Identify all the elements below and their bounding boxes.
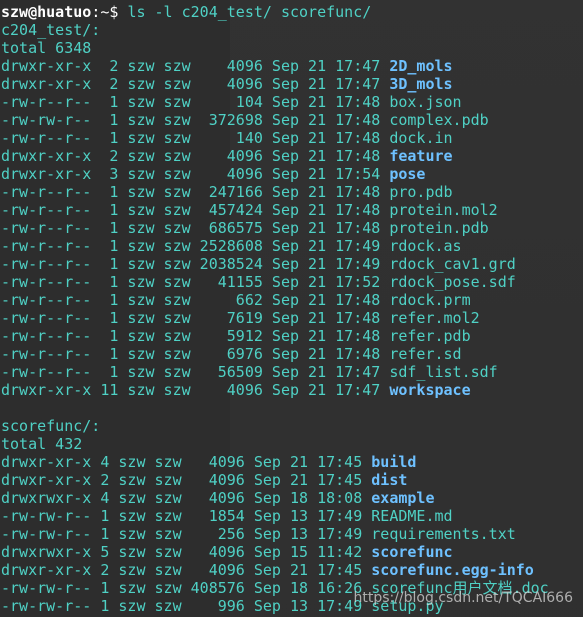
file-meta: -rw-rw-r-- 1 szw szw 996 Sep 13 17:49 <box>1 597 372 615</box>
file-meta: -rw-r--r-- 1 szw szw 140 Sep 21 17:48 <box>1 129 390 147</box>
file-meta: drwxrwxr-x 4 szw szw 4096 Sep 18 18:08 <box>1 489 372 507</box>
dir2-header: scorefunc/: <box>1 417 101 435</box>
file-name[interactable]: rdock_cav1.grd <box>389 255 515 273</box>
file-meta: drwxr-xr-x 3 szw szw 4096 Sep 21 17:54 <box>1 165 390 183</box>
directory-name[interactable]: example <box>371 489 434 507</box>
listing-row: drwxr-xr-x 11 szw szw 4096 Sep 21 17:47 … <box>1 381 583 399</box>
file-name[interactable]: sdf_list.sdf <box>389 363 497 381</box>
directory-name[interactable]: 3D_mols <box>389 75 452 93</box>
file-meta: drwxr-xr-x 2 szw szw 4096 Sep 21 17:45 <box>1 471 372 489</box>
file-meta: drwxrwxr-x 5 szw szw 4096 Sep 15 11:42 <box>1 543 372 561</box>
listing-row: -rw-r--r-- 1 szw szw 6976 Sep 21 17:48 r… <box>1 345 583 363</box>
listing-row: -rw-r--r-- 1 szw szw 140 Sep 21 17:48 do… <box>1 129 583 147</box>
listing-row: -rw-rw-r-- 1 szw szw 1854 Sep 13 17:49 R… <box>1 507 583 525</box>
listing-row: -rw-rw-r-- 1 szw szw 372698 Sep 21 17:48… <box>1 111 583 129</box>
file-name[interactable]: refer.pdb <box>389 327 470 345</box>
file-meta: drwxr-xr-x 2 szw szw 4096 Sep 21 17:48 <box>1 147 390 165</box>
file-name[interactable]: refer.sd <box>389 345 461 363</box>
listing-row: drwxrwxr-x 5 szw szw 4096 Sep 15 11:42 s… <box>1 543 583 561</box>
file-meta: -rw-r--r-- 1 szw szw 7619 Sep 21 17:48 <box>1 309 390 327</box>
listing-row: drwxrwxr-x 4 szw szw 4096 Sep 18 18:08 e… <box>1 489 583 507</box>
file-meta: -rw-r--r-- 1 szw szw 457424 Sep 21 17:48 <box>1 201 390 219</box>
terminal-window[interactable]: szw@huatuo:~$ ls -l c204_test/ scorefunc… <box>0 0 583 617</box>
directory-name[interactable]: dist <box>371 471 407 489</box>
command-text[interactable]: ls -l c204_test/ scorefunc/ <box>127 3 371 21</box>
file-meta: -rw-r--r-- 1 szw szw 56509 Sep 21 17:47 <box>1 363 390 381</box>
listing-row: drwxr-xr-x 4 szw szw 4096 Sep 21 17:45 b… <box>1 453 583 471</box>
file-meta: drwxr-xr-x 2 szw szw 4096 Sep 21 17:47 <box>1 75 390 93</box>
listing-row: drwxr-xr-x 2 szw szw 4096 Sep 21 17:47 2… <box>1 57 583 75</box>
file-meta: drwxr-xr-x 2 szw szw 4096 Sep 21 17:45 <box>1 561 372 579</box>
directory-name[interactable]: 2D_mols <box>389 57 452 75</box>
file-meta: -rw-r--r-- 1 szw szw 662 Sep 21 17:48 <box>1 291 390 309</box>
listing-row: -rw-r--r-- 1 szw szw 5912 Sep 21 17:48 r… <box>1 327 583 345</box>
listing-row: -rw-r--r-- 1 szw szw 56509 Sep 21 17:47 … <box>1 363 583 381</box>
listing-row: drwxr-xr-x 2 szw szw 4096 Sep 21 17:45 d… <box>1 471 583 489</box>
listing-row: -rw-r--r-- 1 szw szw 41155 Sep 21 17:52 … <box>1 273 583 291</box>
listing-row: -rw-r--r-- 1 szw szw 247166 Sep 21 17:48… <box>1 183 583 201</box>
file-name[interactable]: rdock.as <box>389 237 461 255</box>
listing-row: -rw-r--r-- 1 szw szw 7619 Sep 21 17:48 r… <box>1 309 583 327</box>
dir2-total: total 432 <box>1 435 83 453</box>
file-name[interactable]: box.json <box>389 93 461 111</box>
directory-name[interactable]: scorefunc.egg-info <box>371 561 534 579</box>
file-meta: -rw-r--r-- 1 szw szw 6976 Sep 21 17:48 <box>1 345 390 363</box>
dir1-listing: drwxr-xr-x 2 szw szw 4096 Sep 21 17:47 2… <box>1 57 583 399</box>
file-meta: -rw-r--r-- 1 szw szw 2038524 Sep 21 17:4… <box>1 255 390 273</box>
file-meta: -rw-r--r-- 1 szw szw 247166 Sep 21 17:48 <box>1 183 390 201</box>
file-name[interactable]: pro.pdb <box>389 183 452 201</box>
file-meta: -rw-r--r-- 1 szw szw 686575 Sep 21 17:48 <box>1 219 390 237</box>
file-meta: -rw-rw-r-- 1 szw szw 1854 Sep 13 17:49 <box>1 507 372 525</box>
listing-row: -rw-r--r-- 1 szw szw 2038524 Sep 21 17:4… <box>1 255 583 273</box>
file-name[interactable]: dock.in <box>389 129 452 147</box>
prompt-line: szw@huatuo:~$ ls -l c204_test/ scorefunc… <box>1 3 583 21</box>
directory-name[interactable]: feature <box>389 147 452 165</box>
listing-row: -rw-r--r-- 1 szw szw 686575 Sep 21 17:48… <box>1 219 583 237</box>
directory-name[interactable]: build <box>371 453 416 471</box>
listing-row: -rw-r--r-- 1 szw szw 457424 Sep 21 17:48… <box>1 201 583 219</box>
file-name[interactable]: protein.pdb <box>389 219 488 237</box>
file-meta: -rw-rw-r-- 1 szw szw 256 Sep 13 17:49 <box>1 525 372 543</box>
file-name[interactable]: rdock_pose.sdf <box>389 273 515 291</box>
prompt-path: :~$ <box>91 3 128 21</box>
file-meta: drwxr-xr-x 2 szw szw 4096 Sep 21 17:47 <box>1 57 390 75</box>
file-meta: -rw-rw-r-- 1 szw szw 372698 Sep 21 17:48 <box>1 111 390 129</box>
listing-row: drwxr-xr-x 2 szw szw 4096 Sep 21 17:48 f… <box>1 147 583 165</box>
listing-row: -rw-r--r-- 1 szw szw 2528608 Sep 21 17:4… <box>1 237 583 255</box>
file-meta: -rw-r--r-- 1 szw szw 5912 Sep 21 17:48 <box>1 327 390 345</box>
file-name[interactable]: requirements.txt <box>371 525 516 543</box>
file-meta: -rw-r--r-- 1 szw szw 41155 Sep 21 17:52 <box>1 273 390 291</box>
file-name[interactable]: refer.mol2 <box>389 309 479 327</box>
listing-row: drwxr-xr-x 2 szw szw 4096 Sep 21 17:45 s… <box>1 561 583 579</box>
file-name[interactable]: complex.pdb <box>389 111 488 129</box>
dir1-total: total 6348 <box>1 39 92 57</box>
dir1-header: c204_test/: <box>1 21 101 39</box>
file-name[interactable]: README.md <box>371 507 452 525</box>
file-meta: -rw-r--r-- 1 szw szw 2528608 Sep 21 17:4… <box>1 237 390 255</box>
file-meta: -rw-rw-r-- 1 szw szw 408576 Sep 18 16:26 <box>1 579 372 597</box>
listing-row: -rw-r--r-- 1 szw szw 104 Sep 21 17:48 bo… <box>1 93 583 111</box>
file-name[interactable]: protein.mol2 <box>389 201 497 219</box>
listing-row: drwxr-xr-x 3 szw szw 4096 Sep 21 17:54 p… <box>1 165 583 183</box>
file-name[interactable]: rdock.prm <box>389 291 470 309</box>
directory-name[interactable]: scorefunc <box>371 543 452 561</box>
directory-name[interactable]: pose <box>389 165 425 183</box>
file-meta: drwxr-xr-x 4 szw szw 4096 Sep 21 17:45 <box>1 453 372 471</box>
prompt-user-host: szw@huatuo <box>1 3 92 21</box>
csdn-watermark: https://blog.csdn.net/TQCAI666 <box>353 590 573 606</box>
directory-name[interactable]: workspace <box>389 381 470 399</box>
listing-row: -rw-rw-r-- 1 szw szw 256 Sep 13 17:49 re… <box>1 525 583 543</box>
listing-row: drwxr-xr-x 2 szw szw 4096 Sep 21 17:47 3… <box>1 75 583 93</box>
file-meta: drwxr-xr-x 11 szw szw 4096 Sep 21 17:47 <box>1 381 390 399</box>
file-meta: -rw-r--r-- 1 szw szw 104 Sep 21 17:48 <box>1 93 390 111</box>
listing-row: -rw-r--r-- 1 szw szw 662 Sep 21 17:48 rd… <box>1 291 583 309</box>
